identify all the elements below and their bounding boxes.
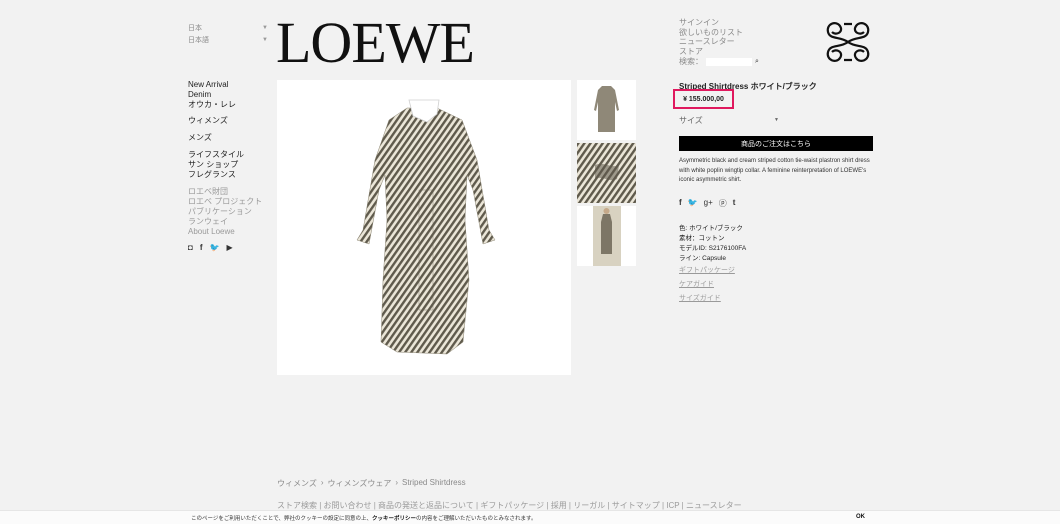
thumbnail-image <box>594 86 619 132</box>
store-link[interactable]: ストア <box>679 47 759 57</box>
google-plus-icon[interactable]: g+ <box>704 198 713 209</box>
nav-new-arrival[interactable]: New Arrival <box>188 80 236 90</box>
cookie-text-after: の内容をご理解いただいたものとみなされます。 <box>416 516 537 522</box>
breadcrumb-current: Striped Shirtdress <box>402 478 466 487</box>
twitter-icon[interactable]: 🐦 <box>210 243 220 252</box>
breadcrumb: ウィメンズ › ウィメンズウェア › Striped Shirtdress <box>277 478 466 489</box>
product-details: 色: ホワイト/ブラック 素材：コットン モデルID: S2176100FA ラ… <box>679 224 746 306</box>
loewe-anagram-logo[interactable] <box>824 18 872 66</box>
size-guide-link[interactable]: サイズガイド <box>679 292 746 306</box>
breadcrumb-separator-icon: › <box>395 478 399 487</box>
country-selector[interactable]: 日本 ▼ <box>188 22 268 34</box>
top-nav: サインイン 欲しいものリスト ニュースレター ストア 検索： ⌕ <box>679 18 759 67</box>
product-price: ¥ 155.000,00 <box>673 89 734 109</box>
thumbnail-image <box>577 143 636 203</box>
pinterest-icon[interactable]: ⓟ <box>719 198 727 209</box>
leftnav-group-3: メンズ <box>188 133 212 143</box>
chevron-down-icon: ▼ <box>774 117 779 123</box>
nav-sun-shop[interactable]: サン ショップ <box>188 160 244 170</box>
product-line: ライン: Capsule <box>679 255 726 262</box>
leftnav-group-4: ライフスタイル サン ショップ フレグランス <box>188 150 244 180</box>
breadcrumb-separator-icon: › <box>320 478 324 487</box>
nav-ouka-lele[interactable]: オウカ・レレ <box>188 100 236 110</box>
cookie-ok-button[interactable]: OK <box>856 514 865 520</box>
nav-mens[interactable]: メンズ <box>188 133 212 143</box>
breadcrumb-womens[interactable]: ウィメンズ <box>277 478 317 489</box>
wishlist-link[interactable]: 欲しいものリスト <box>679 28 759 38</box>
search-icon[interactable]: ⌕ <box>755 57 759 67</box>
signin-link[interactable]: サインイン <box>679 18 759 28</box>
dress-illustration <box>356 99 496 355</box>
language-label: 日本語 <box>188 37 209 44</box>
youtube-icon[interactable]: ▶ <box>226 243 232 252</box>
newsletter-link[interactable]: ニュースレター <box>679 37 759 47</box>
nav-womens[interactable]: ウィメンズ <box>188 116 228 126</box>
breadcrumb-womenswear[interactable]: ウィメンズウェア <box>328 478 392 489</box>
facebook-icon[interactable]: f <box>200 243 203 252</box>
product-main-image[interactable] <box>277 80 571 375</box>
facebook-icon[interactable]: f <box>679 198 682 209</box>
social-links: ◘ f 🐦 ▶ <box>188 243 233 252</box>
leftnav-group-5: ロエベ財団 ロエベ プロジェクト パブリケーション ランウェイ About Lo… <box>188 187 262 237</box>
cookie-text-before: このページをご利用いただくことで、弊社のクッキーの設定に同意の上、 <box>191 516 373 522</box>
nav-projects[interactable]: ロエベ プロジェクト <box>188 197 262 207</box>
share-links: f 🐦 g+ ⓟ t <box>679 198 735 209</box>
care-guide-link[interactable]: ケアガイド <box>679 278 746 292</box>
product-material: 素材：コットン <box>679 235 725 242</box>
order-button[interactable]: 商品のご注文はこちら <box>679 136 873 151</box>
nav-fragrance[interactable]: フレグランス <box>188 170 244 180</box>
chevron-down-icon: ▼ <box>262 25 268 31</box>
nav-foundation[interactable]: ロエベ財団 <box>188 187 262 197</box>
product-model-id: モデルID: S2176100FA <box>679 245 747 252</box>
nav-lifestyle[interactable]: ライフスタイル <box>188 150 244 160</box>
gift-package-link[interactable]: ギフトパッケージ <box>679 264 746 278</box>
country-label: 日本 <box>188 25 202 32</box>
thumbnail-1[interactable] <box>577 80 636 140</box>
cookie-message: このページをご利用いただくことで、弊社のクッキーの設定に同意の上、クッキーポリシ… <box>191 514 536 522</box>
nav-about[interactable]: About Loewe <box>188 227 262 237</box>
brand-logo[interactable]: LOEWE <box>276 14 475 72</box>
thumbnail-image <box>593 206 621 266</box>
leftnav-group-2: ウィメンズ <box>188 116 228 126</box>
cookie-policy-link[interactable]: クッキーポリシー <box>372 516 416 522</box>
size-select[interactable]: サイズ ▼ <box>679 114 779 126</box>
nav-denim[interactable]: Denim <box>188 90 236 100</box>
size-label: サイズ <box>679 115 703 125</box>
nav-runway[interactable]: ランウェイ <box>188 217 262 227</box>
thumbnail-2[interactable] <box>577 143 636 203</box>
tumblr-icon[interactable]: t <box>733 198 736 209</box>
language-selector[interactable]: 日本語 ▼ <box>188 34 268 46</box>
product-color: 色: ホワイト/ブラック <box>679 225 743 232</box>
twitter-icon[interactable]: 🐦 <box>688 198 698 209</box>
search-row: 検索： ⌕ <box>679 57 759 67</box>
search-label: 検索： <box>679 57 703 66</box>
product-description: Asymmetric black and cream striped cotto… <box>679 158 870 183</box>
chevron-down-icon: ▼ <box>262 37 268 43</box>
nav-publications[interactable]: パブリケーション <box>188 207 262 217</box>
thumbnail-3[interactable] <box>577 206 636 266</box>
leftnav-group-1: New Arrival Denim オウカ・レレ <box>188 80 236 110</box>
search-input[interactable] <box>706 57 752 66</box>
instagram-icon[interactable]: ◘ <box>188 243 193 252</box>
